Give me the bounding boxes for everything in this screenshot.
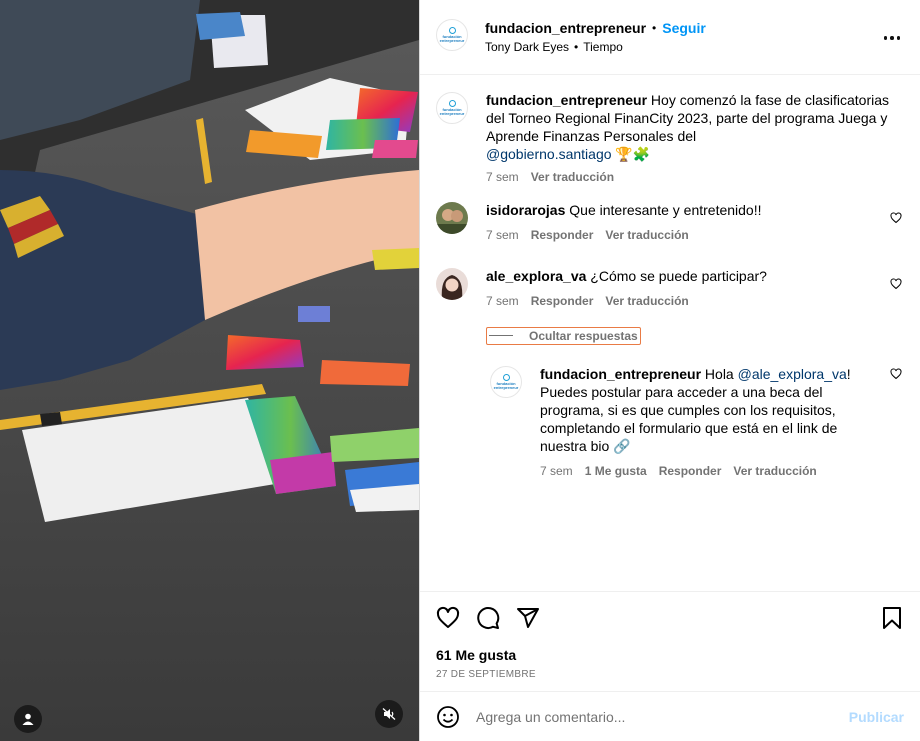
audio-artist[interactable]: Tony Dark Eyes	[485, 40, 569, 54]
comment-icon[interactable]	[476, 606, 500, 630]
comment-text: ¿Cómo se puede participar?	[590, 268, 767, 284]
avatar[interactable]	[436, 268, 468, 300]
timestamp[interactable]: 7 sem	[486, 294, 519, 308]
reply-username[interactable]: fundacion_entrepreneur	[540, 366, 701, 382]
add-comment-bar: Publicar	[420, 691, 920, 741]
post-details-panel: fundación entrepreneur fundacion_entrepr…	[419, 0, 920, 741]
caption-username[interactable]: fundacion_entrepreneur	[486, 92, 647, 108]
divider-line	[489, 335, 513, 336]
comment-username[interactable]: isidorarojas	[486, 202, 565, 218]
video-frame	[0, 0, 419, 741]
post-date[interactable]: 27 DE SEPTIEMBRE	[436, 669, 904, 680]
follow-button[interactable]: Seguir	[662, 20, 706, 36]
reply-prefix: Hola	[704, 365, 734, 382]
heart-icon	[890, 278, 902, 290]
publish-button[interactable]: Publicar	[849, 709, 904, 725]
translate-link[interactable]: Ver traducción	[605, 294, 688, 308]
mute-icon	[382, 708, 396, 720]
more-options-button[interactable]	[883, 36, 900, 40]
audio-title[interactable]: Tiempo	[583, 40, 623, 54]
logo-ring-icon	[502, 373, 510, 381]
post-actions: 61 Me gusta 27 DE SEPTIEMBRE	[420, 591, 920, 691]
avatar[interactable]	[436, 202, 468, 234]
user-tag-button[interactable]	[14, 705, 42, 733]
user-tag-icon	[22, 713, 34, 725]
comment-input[interactable]	[476, 708, 849, 725]
mute-button[interactable]	[375, 700, 403, 728]
audio-info[interactable]: Tony Dark Eyes • Tiempo	[485, 40, 706, 54]
heart-icon	[890, 367, 902, 379]
caption-text: fundacion_entrepreneur Hoy comenzó la fa…	[486, 91, 894, 163]
timestamp[interactable]: 7 sem	[486, 170, 519, 184]
like-comment-button[interactable]	[890, 277, 902, 293]
separator-dot: •	[652, 21, 657, 35]
reply-item: fundación entrepreneur fundacion_entrepr…	[490, 365, 904, 478]
like-comment-button[interactable]	[890, 211, 902, 227]
avatar-text: entrepreneur	[439, 38, 465, 43]
emoji-icon	[437, 705, 459, 728]
translate-link[interactable]: Ver traducción	[605, 228, 688, 242]
timestamp[interactable]: 7 sem	[540, 464, 573, 478]
reply-button[interactable]: Responder	[531, 294, 594, 308]
heart-icon[interactable]	[436, 606, 460, 630]
mention-link[interactable]: @ale_explora_va	[738, 366, 847, 382]
reply-likes[interactable]: 1 Me gusta	[585, 464, 647, 478]
bookmark-icon[interactable]	[880, 606, 904, 630]
post-video[interactable]	[0, 0, 419, 741]
heart-icon	[890, 212, 902, 224]
avatar[interactable]: fundación entrepreneur	[490, 365, 522, 398]
avatar[interactable]: fundación entrepreneur	[436, 92, 468, 124]
translate-link[interactable]: Ver traducción	[733, 464, 816, 478]
post-header: fundación entrepreneur fundacion_entrepr…	[420, 0, 920, 75]
separator-dot: •	[574, 40, 579, 54]
comment-item: isidorarojas Que interesante y entreteni…	[436, 201, 904, 242]
translate-link[interactable]: Ver traducción	[531, 170, 614, 184]
like-comment-button[interactable]	[890, 367, 902, 383]
likes-count[interactable]: 61 Me gusta	[436, 647, 904, 663]
share-icon[interactable]	[516, 606, 540, 630]
emoji-button[interactable]	[436, 705, 460, 729]
hide-replies-button[interactable]: Ocultar respuestas	[486, 326, 641, 345]
reply-emoji: 🔗	[613, 437, 631, 454]
caption-emoji: 🏆🧩	[615, 146, 651, 162]
comment-text: Que interesante y entretenido!!	[569, 202, 762, 218]
author-username[interactable]: fundacion_entrepreneur	[485, 20, 646, 36]
post-viewer: fundación entrepreneur fundacion_entrepr…	[0, 0, 920, 741]
hide-replies-label: Ocultar respuestas	[529, 328, 638, 343]
caption: fundación entrepreneur fundacion_entrepr…	[436, 91, 904, 184]
reply-button[interactable]: Responder	[531, 228, 594, 242]
comments-list: fundación entrepreneur fundacion_entrepr…	[420, 75, 920, 591]
reply-button[interactable]: Responder	[659, 464, 722, 478]
comment-item: ale_explora_va ¿Cómo se puede participar…	[436, 267, 904, 345]
logo-ring-icon	[448, 27, 456, 34]
comment-username[interactable]: ale_explora_va	[486, 268, 586, 284]
more-icon	[883, 36, 887, 40]
logo-ring-icon	[448, 100, 456, 107]
mention-link[interactable]: @gobierno.santiago	[486, 146, 612, 162]
timestamp[interactable]: 7 sem	[486, 228, 519, 242]
avatar[interactable]: fundación entrepreneur	[436, 19, 468, 51]
